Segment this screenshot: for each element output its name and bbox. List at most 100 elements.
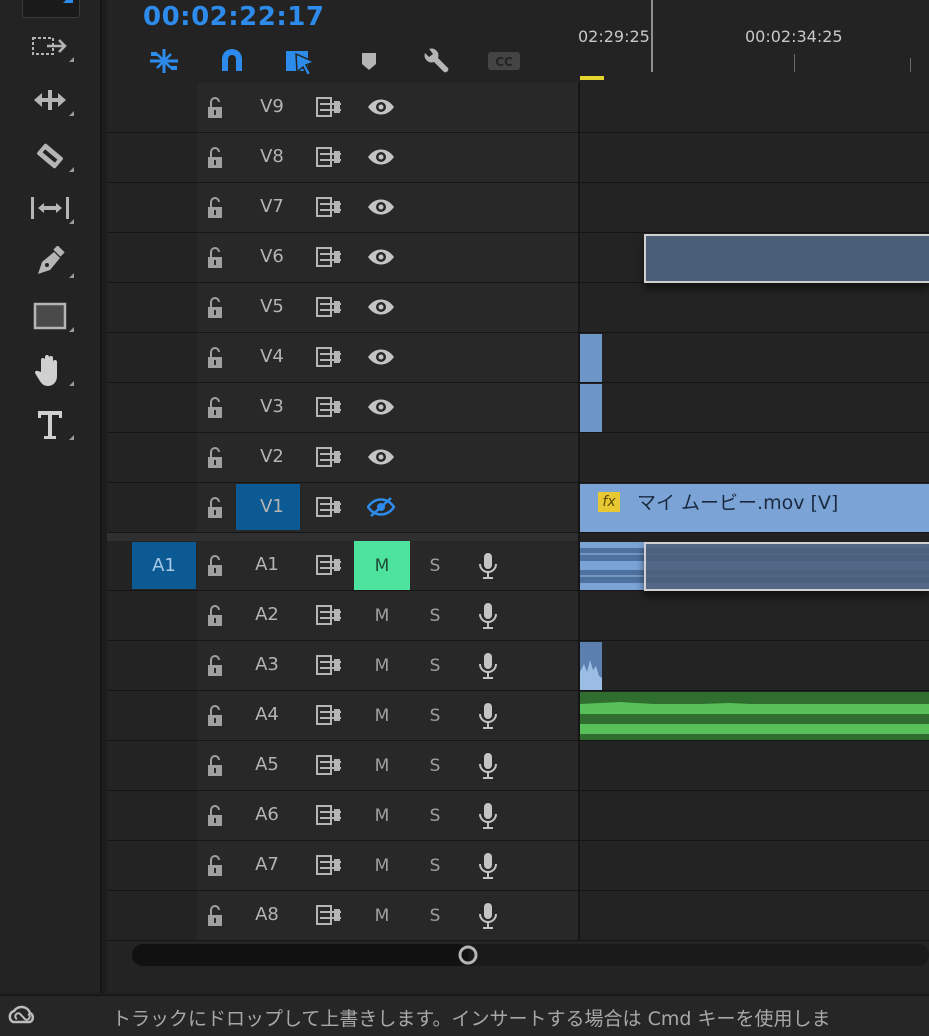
solo-button[interactable]: S <box>422 891 448 940</box>
ghost-clip-a1[interactable] <box>644 542 929 591</box>
track-lane[interactable] <box>580 333 929 383</box>
eye-icon[interactable] <box>367 446 395 468</box>
hand-tool[interactable] <box>22 348 78 392</box>
eye-hidden-icon[interactable] <box>367 496 395 518</box>
eye-icon[interactable] <box>367 396 395 418</box>
lock-icon[interactable] <box>204 903 226 927</box>
eye-icon[interactable] <box>367 146 395 168</box>
closed-captions-button[interactable]: CC <box>484 46 524 76</box>
track-lane[interactable] <box>580 841 929 891</box>
track-lane[interactable] <box>580 433 929 483</box>
track-select-tool[interactable] <box>22 24 78 68</box>
lock-icon[interactable] <box>204 703 226 727</box>
mute-button[interactable]: M <box>354 741 410 790</box>
lock-icon[interactable] <box>204 753 226 777</box>
lock-icon[interactable] <box>204 445 226 469</box>
microphone-icon[interactable] <box>477 552 499 580</box>
sync-lock-icon[interactable] <box>315 346 343 368</box>
ripple-edit-tool[interactable] <box>22 78 78 122</box>
horizontal-scrollbar[interactable] <box>132 944 929 966</box>
snap-in-timeline-button[interactable] <box>144 46 184 76</box>
solo-button[interactable]: S <box>422 591 448 640</box>
solo-button[interactable]: S <box>422 691 448 740</box>
sync-lock-icon[interactable] <box>315 446 343 468</box>
sync-lock-icon[interactable] <box>315 296 343 318</box>
snap-button[interactable] <box>212 46 252 76</box>
lock-icon[interactable] <box>204 145 226 169</box>
mute-button[interactable]: M <box>354 591 410 640</box>
sync-lock-icon[interactable] <box>315 754 343 776</box>
scroll-handle[interactable] <box>458 945 478 965</box>
track-lane[interactable] <box>580 283 929 333</box>
sync-lock-icon[interactable] <box>315 196 343 218</box>
rectangle-tool[interactable] <box>22 294 78 338</box>
microphone-icon[interactable] <box>477 752 499 780</box>
track-lane[interactable] <box>580 641 929 691</box>
eye-icon[interactable] <box>367 246 395 268</box>
timeline-settings-button[interactable] <box>416 46 456 76</box>
video-clip-v1[interactable]: fx マイ ムービー.mov [V] <box>580 484 929 532</box>
solo-button[interactable]: S <box>422 841 448 890</box>
source-patch-a1[interactable]: A1 <box>132 542 196 589</box>
type-tool[interactable] <box>22 402 78 446</box>
microphone-icon[interactable] <box>477 902 499 930</box>
playhead-timecode[interactable]: 00:02:22:17 <box>143 2 324 32</box>
eye-icon[interactable] <box>367 346 395 368</box>
sync-lock-icon[interactable] <box>315 904 343 926</box>
eye-icon[interactable] <box>367 296 395 318</box>
lock-icon[interactable] <box>204 853 226 877</box>
pen-tool[interactable] <box>22 240 78 284</box>
sync-lock-icon[interactable] <box>315 654 343 676</box>
sync-lock-icon[interactable] <box>315 704 343 726</box>
solo-button[interactable]: S <box>422 541 448 590</box>
fx-badge[interactable]: fx <box>598 492 620 512</box>
playhead-line[interactable] <box>651 0 653 72</box>
razor-tool[interactable] <box>22 134 78 178</box>
solo-button[interactable]: S <box>422 791 448 840</box>
solo-button[interactable]: S <box>422 641 448 690</box>
microphone-icon[interactable] <box>477 802 499 830</box>
lock-icon[interactable] <box>204 395 226 419</box>
sync-lock-icon[interactable] <box>315 804 343 826</box>
microphone-icon[interactable] <box>477 652 499 680</box>
lock-icon[interactable] <box>204 195 226 219</box>
mute-button[interactable]: M <box>354 891 410 940</box>
creative-cloud-icon[interactable] <box>4 1002 38 1030</box>
sync-lock-icon[interactable] <box>315 554 343 576</box>
sync-lock-icon[interactable] <box>315 854 343 876</box>
add-marker-button[interactable] <box>349 46 389 76</box>
track-lane[interactable] <box>580 891 929 941</box>
slip-tool[interactable] <box>22 186 78 230</box>
track-lane[interactable] <box>580 383 929 433</box>
time-ruler[interactable]: 02:29:25 00:02:34:25 <box>578 0 929 82</box>
mute-button[interactable]: M <box>354 541 410 590</box>
clip-v3[interactable] <box>580 384 602 432</box>
lock-icon[interactable] <box>204 95 226 119</box>
lock-icon[interactable] <box>204 653 226 677</box>
track-lane[interactable] <box>580 183 929 233</box>
linked-selection-button[interactable] <box>280 46 320 76</box>
mute-button[interactable]: M <box>354 791 410 840</box>
lock-icon[interactable] <box>204 295 226 319</box>
lock-icon[interactable] <box>204 245 226 269</box>
ghost-clip-v6[interactable] <box>644 234 929 283</box>
mute-button[interactable]: M <box>354 691 410 740</box>
track-lane[interactable] <box>580 741 929 791</box>
eye-icon[interactable] <box>367 196 395 218</box>
solo-button[interactable]: S <box>422 741 448 790</box>
lock-icon[interactable] <box>204 553 226 577</box>
microphone-icon[interactable] <box>477 602 499 630</box>
sync-lock-icon[interactable] <box>315 146 343 168</box>
sync-lock-icon[interactable] <box>315 96 343 118</box>
lock-icon[interactable] <box>204 345 226 369</box>
track-lane[interactable] <box>580 591 929 641</box>
lock-icon[interactable] <box>204 803 226 827</box>
track-lane[interactable] <box>580 791 929 841</box>
lock-icon[interactable] <box>204 603 226 627</box>
clip-v4[interactable] <box>580 334 602 382</box>
microphone-icon[interactable] <box>477 852 499 880</box>
track-lane[interactable] <box>580 83 929 133</box>
mute-button[interactable]: M <box>354 841 410 890</box>
audio-clip-a3[interactable] <box>580 642 602 690</box>
microphone-icon[interactable] <box>477 702 499 730</box>
